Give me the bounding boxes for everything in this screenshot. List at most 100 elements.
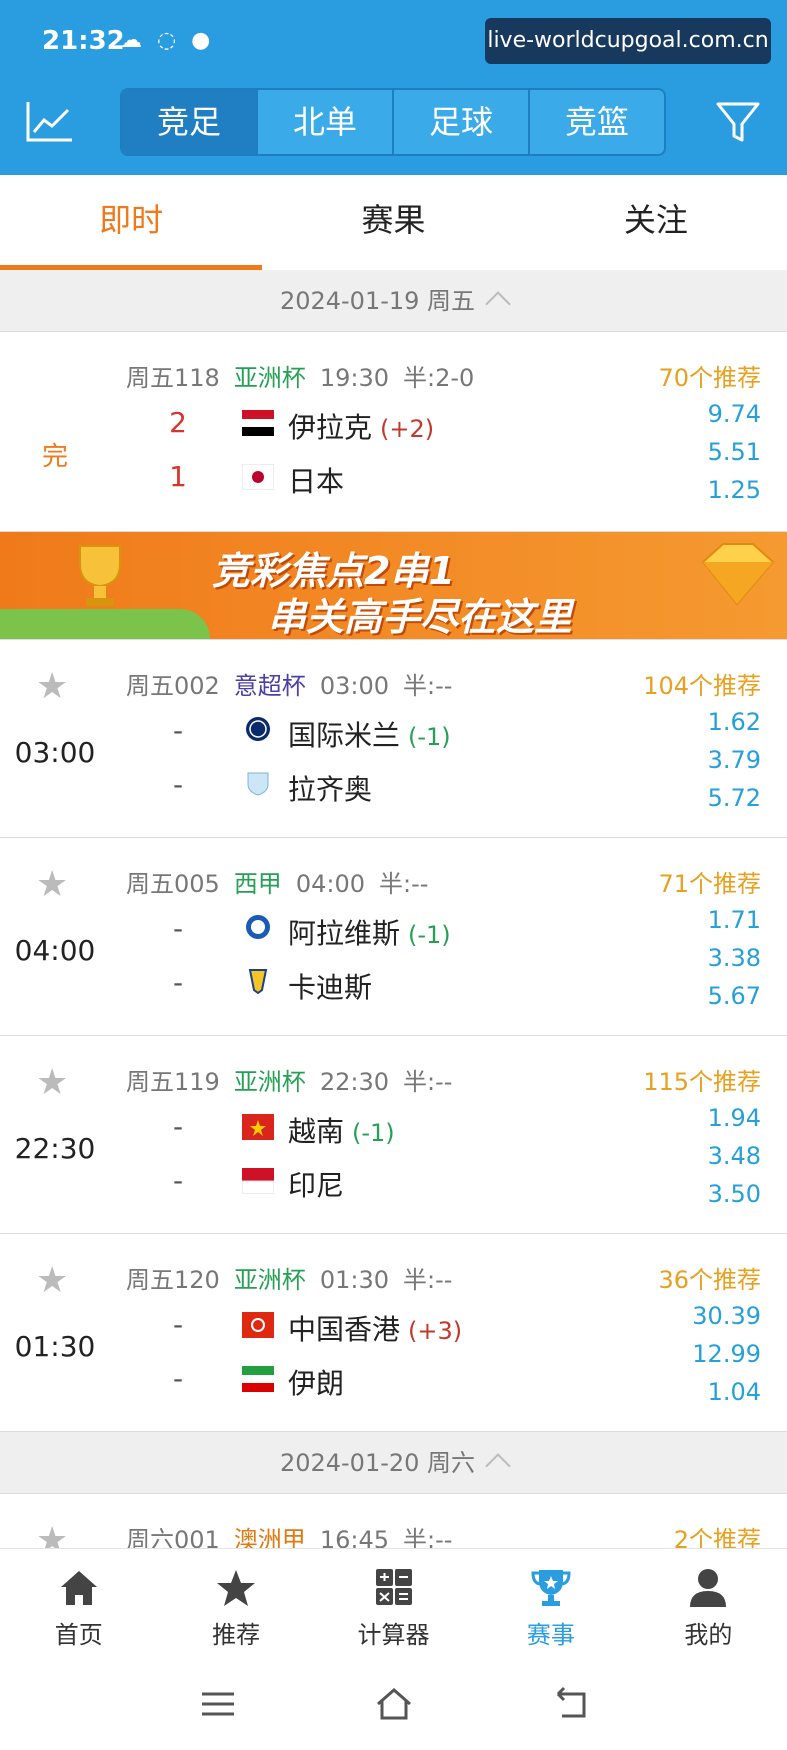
iran-flag-icon: [242, 1366, 274, 1392]
star-icon: [217, 1570, 256, 1606]
recommendation-count[interactable]: 70个推荐: [658, 358, 761, 393]
match-list[interactable]: 2024-01-19 周五 完 周五118 亚洲杯 19:30 半:2-0 70个推荐…: [0, 270, 787, 1548]
match-row[interactable]: ★ 22:30 周五119 亚洲杯 22:30 半:-- 115个推荐 - 越南 (-1…: [0, 1036, 787, 1234]
recommendation-count[interactable]: 71个推荐: [658, 864, 761, 899]
league-name: 亚洲杯: [233, 1266, 306, 1294]
tab-bar: 即时 赛果 关注: [0, 175, 787, 270]
home-team-name: 伊拉克: [288, 411, 373, 444]
odds-home[interactable]: 1.71: [708, 906, 761, 934]
chevron-up-icon: [485, 291, 511, 317]
nav-recommend[interactable]: 推荐: [157, 1549, 314, 1660]
sport-segment-control: 竞足 北单 足球 竞篮: [120, 88, 666, 156]
segment-jingzu[interactable]: 竞足: [122, 90, 258, 154]
nav-label: 赛事: [526, 1621, 575, 1649]
home-button-icon[interactable]: [372, 1682, 416, 1726]
nav-events[interactable]: 赛事: [472, 1549, 629, 1660]
date-header[interactable]: 2024-01-20 周六: [0, 1432, 787, 1494]
match-number: 周五120: [126, 1266, 220, 1294]
date-label: 2024-01-20 周六: [279, 1449, 476, 1477]
odds-home[interactable]: 30.39: [692, 1302, 761, 1330]
odds-draw[interactable]: 3.79: [708, 746, 761, 774]
iraq-flag-icon: [242, 410, 274, 436]
odds-draw[interactable]: 12.99: [692, 1340, 761, 1368]
match-row[interactable]: 完 周五118 亚洲杯 19:30 半:2-0 70个推荐 2 伊拉克 (+2) 1 日…: [0, 332, 787, 532]
banner-line2: 串关高手尽在这里: [268, 595, 573, 639]
away-team-name: 日本: [288, 465, 345, 498]
odds-away[interactable]: 5.67: [708, 982, 761, 1010]
match-time: 01:30: [14, 1330, 96, 1363]
tab-results[interactable]: 赛果: [262, 175, 524, 270]
trend-chart-icon[interactable]: [24, 98, 74, 144]
match-row[interactable]: ★ 01:30 周五120 亚洲杯 01:30 半:-- 36个推荐 - 中国香港 (+…: [0, 1234, 787, 1432]
match-meta: 周五002 意超杯 03:00 半:--: [126, 666, 452, 701]
odds-away[interactable]: 1.04: [708, 1378, 761, 1406]
gem-icon: [701, 543, 775, 606]
star-icon[interactable]: ★: [36, 666, 68, 707]
cadiz-crest-icon: [248, 969, 268, 994]
odds-home[interactable]: 9.74: [708, 400, 761, 428]
bottom-navigation: 首页 推荐 计算器 赛事 我的: [0, 1548, 787, 1660]
nav-profile[interactable]: 我的: [630, 1549, 787, 1660]
home-team-name: 国际米兰: [288, 719, 401, 752]
away-score: -: [172, 768, 184, 801]
odds-draw[interactable]: 3.48: [708, 1142, 761, 1170]
segment-basketball[interactable]: 竞篮: [530, 90, 664, 154]
home-score: -: [172, 714, 184, 747]
recommendation-count[interactable]: 115个推荐: [643, 1062, 761, 1097]
segment-beidan[interactable]: 北单: [258, 90, 394, 154]
vietnam-flag-icon: [242, 1114, 274, 1140]
league-name: 亚洲杯: [233, 1068, 306, 1096]
user-icon: [690, 1569, 727, 1607]
star-icon[interactable]: ★: [36, 1260, 68, 1301]
chevron-up-icon: [485, 1453, 511, 1479]
hongkong-flag-icon: [242, 1312, 274, 1338]
away-team-name: 伊朗: [288, 1367, 345, 1400]
kickoff-time: 16:45: [319, 1526, 389, 1548]
odds-home[interactable]: 1.62: [708, 708, 761, 736]
recommendation-count[interactable]: 2个推荐: [674, 1520, 761, 1548]
calculator-icon: [375, 1569, 412, 1605]
match-row[interactable]: ★ 04:00 周五005 西甲 04:00 半:-- 71个推荐 - 阿拉维斯 (-1…: [0, 838, 787, 1036]
nav-calculator[interactable]: 计算器: [315, 1549, 472, 1660]
odds-away[interactable]: 1.25: [708, 476, 761, 504]
match-time: 03:00: [14, 736, 96, 769]
tab-follow[interactable]: 关注: [525, 175, 787, 270]
odds-away[interactable]: 3.50: [708, 1180, 761, 1208]
odds-away[interactable]: 5.72: [708, 784, 761, 812]
league-name: 亚洲杯: [233, 364, 306, 392]
indonesia-flag-icon: [242, 1168, 274, 1194]
pitch-graphic: [0, 609, 210, 639]
kickoff-time: 04:00: [295, 870, 365, 898]
recommendation-count[interactable]: 36个推荐: [658, 1260, 761, 1295]
star-icon[interactable]: ★: [36, 1520, 68, 1548]
away-team-name: 印尼: [288, 1169, 345, 1202]
match-row[interactable]: ★ 03:00 周五002 意超杯 03:00 半:-- 104个推荐 - 国际米兰(…: [0, 640, 787, 838]
star-icon[interactable]: ★: [36, 864, 68, 905]
match-meta: 周五119 亚洲杯 22:30 半:--: [126, 1062, 452, 1097]
segment-football[interactable]: 足球: [394, 90, 530, 154]
half-score: 半:--: [402, 1068, 453, 1096]
back-icon[interactable]: [548, 1682, 592, 1726]
odds-home[interactable]: 1.94: [708, 1104, 761, 1132]
home-team: 阿拉维斯 (-1): [288, 912, 451, 952]
recommendation-count[interactable]: 104个推荐: [643, 666, 761, 701]
match-meta: 周六001 澳洲甲 16:45 半:--: [126, 1520, 452, 1548]
trophy-icon: [79, 545, 121, 606]
league-name: 澳洲甲: [233, 1526, 306, 1548]
menu-icon[interactable]: [196, 1682, 240, 1726]
lazio-crest-icon: [247, 772, 269, 796]
date-header[interactable]: 2024-01-19 周五: [0, 270, 787, 332]
star-icon[interactable]: ★: [36, 1062, 68, 1103]
odds-draw[interactable]: 3.38: [708, 944, 761, 972]
match-number: 周六001: [126, 1526, 220, 1548]
match-status: 完: [41, 442, 68, 472]
tab-live[interactable]: 即时: [0, 175, 263, 270]
away-score: 1: [169, 460, 187, 493]
odds-draw[interactable]: 5.51: [708, 438, 761, 466]
match-row[interactable]: ★ 周六001 澳洲甲 16:45 半:-- 2个推荐: [0, 1494, 787, 1548]
match-meta: 周五120 亚洲杯 01:30 半:--: [126, 1260, 452, 1295]
promo-banner[interactable]: 竞彩焦点2串1 串关高手尽在这里: [0, 532, 787, 640]
nav-home[interactable]: 首页: [0, 1549, 157, 1660]
filter-icon[interactable]: [714, 98, 762, 146]
home-team: 伊拉克 (+2): [288, 406, 434, 446]
